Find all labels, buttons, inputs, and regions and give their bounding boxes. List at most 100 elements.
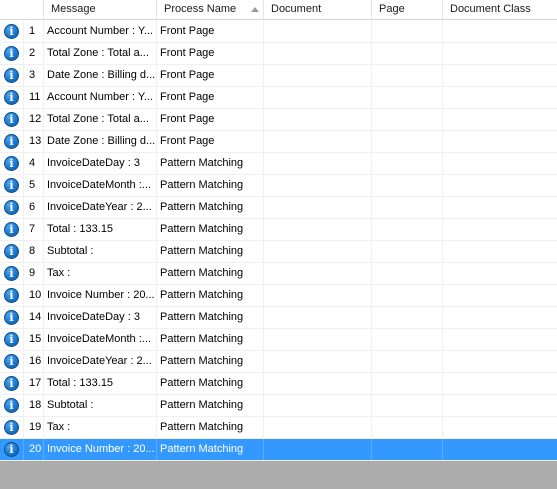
row-process-name: Pattern Matching [157,351,264,372]
row-document [264,263,372,284]
row-document [264,373,372,394]
row-document [264,329,372,350]
row-process-name: Pattern Matching [157,219,264,240]
table-row[interactable]: i 17 Total : 133.15 Pattern Matching [0,373,557,395]
row-document-class [443,109,557,130]
row-process-name: Pattern Matching [157,417,264,438]
table-row[interactable]: i 18 Subtotal : Pattern Matching [0,395,557,417]
row-page [372,307,443,328]
row-page [372,329,443,350]
row-document [264,109,372,130]
row-process-name: Front Page [157,21,264,42]
row-message: InvoiceDateMonth :... [44,329,157,350]
row-document [264,307,372,328]
table-row[interactable]: i 5 InvoiceDateMonth :... Pattern Matching [0,175,557,197]
row-number: 6 [24,197,44,218]
row-process-name: Pattern Matching [157,395,264,416]
column-header-process-name[interactable]: Process Name [157,0,264,19]
row-document-class [443,131,557,152]
table-row[interactable]: i 6 InvoiceDateYear : 2... Pattern Matching [0,197,557,219]
row-icon-cell: i [0,43,24,64]
row-document-class [443,65,557,86]
row-number: 14 [24,307,44,328]
table-row[interactable]: i 12 Total Zone : Total a... Front Page [0,109,557,131]
column-header-document[interactable]: Document [264,0,372,19]
info-icon: i [4,200,19,215]
row-number: 11 [24,87,44,108]
table-row[interactable]: i 13 Date Zone : Billing d... Front Page [0,131,557,153]
table-row[interactable]: i 9 Tax : Pattern Matching [0,263,557,285]
row-process-name: Front Page [157,109,264,130]
row-number: 4 [24,153,44,174]
info-icon: i [4,90,19,105]
row-page [372,175,443,196]
row-page [372,65,443,86]
row-document [264,21,372,42]
header-spacer [0,0,44,19]
row-document [264,439,372,460]
info-icon: i [4,178,19,193]
info-icon: i [4,398,19,413]
row-document [264,285,372,306]
column-header-page[interactable]: Page [372,0,443,19]
table-row[interactable]: i 7 Total : 133.15 Pattern Matching [0,219,557,241]
column-header-message[interactable]: Message [44,0,157,19]
table-row[interactable]: i 10 Invoice Number : 20... Pattern Matchin… [0,285,557,307]
grid-header: Message Process Name Document Page Docum… [0,0,557,20]
row-process-name: Pattern Matching [157,241,264,262]
row-message: Tax : [44,263,157,284]
table-row[interactable]: i 2 Total Zone : Total a... Front Page [0,43,557,65]
row-message: Date Zone : Billing d... [44,65,157,86]
row-process-name: Front Page [157,87,264,108]
row-icon-cell: i [0,21,24,42]
row-number: 13 [24,131,44,152]
row-number: 10 [24,285,44,306]
column-header-document-class[interactable]: Document Class [443,0,557,19]
table-row[interactable]: i 16 InvoiceDateYear : 2... Pattern Matchin… [0,351,557,373]
row-message: Total : 133.15 [44,219,157,240]
table-row[interactable]: i 19 Tax : Pattern Matching [0,417,557,439]
row-document [264,65,372,86]
info-icon: i [4,420,19,435]
row-document-class [443,329,557,350]
row-message: InvoiceDateYear : 2... [44,197,157,218]
table-row[interactable]: i 1 Account Number : Y... Front Page [0,21,557,43]
row-icon-cell: i [0,241,24,262]
row-icon-cell: i [0,131,24,152]
table-row[interactable]: i 14 InvoiceDateDay : 3 Pattern Matching [0,307,557,329]
table-row[interactable]: i 8 Subtotal : Pattern Matching [0,241,557,263]
column-header-page-label: Page [379,3,405,15]
row-message: InvoiceDateDay : 3 [44,153,157,174]
row-page [372,87,443,108]
row-document-class [443,87,557,108]
row-number: 1 [24,21,44,42]
row-message: InvoiceDateDay : 3 [44,307,157,328]
info-icon: i [4,442,19,457]
row-page [372,43,443,64]
log-grid[interactable]: Message Process Name Document Page Docum… [0,0,557,461]
row-number: 20 [24,439,44,460]
row-page [372,153,443,174]
info-icon: i [4,266,19,281]
row-process-name: Pattern Matching [157,197,264,218]
row-message: Account Number : Y... [44,21,157,42]
table-row[interactable]: i 20 Invoice Number : 20... Pattern Matchin… [0,439,557,461]
row-message: Tax : [44,417,157,438]
row-page [372,351,443,372]
table-row[interactable]: i 15 InvoiceDateMonth :... Pattern Matching [0,329,557,351]
row-page [372,285,443,306]
row-message: Total Zone : Total a... [44,43,157,64]
table-row[interactable]: i 11 Account Number : Y... Front Page [0,87,557,109]
row-document [264,417,372,438]
column-header-message-label: Message [51,3,96,15]
row-document-class [443,43,557,64]
column-header-document-class-label: Document Class [450,3,531,15]
table-row[interactable]: i 4 InvoiceDateDay : 3 Pattern Matching [0,153,557,175]
row-document [264,87,372,108]
row-document-class [443,219,557,240]
sort-ascending-icon [251,7,259,12]
row-icon-cell: i [0,417,24,438]
row-page [372,417,443,438]
info-icon: i [4,222,19,237]
table-row[interactable]: i 3 Date Zone : Billing d... Front Page [0,65,557,87]
